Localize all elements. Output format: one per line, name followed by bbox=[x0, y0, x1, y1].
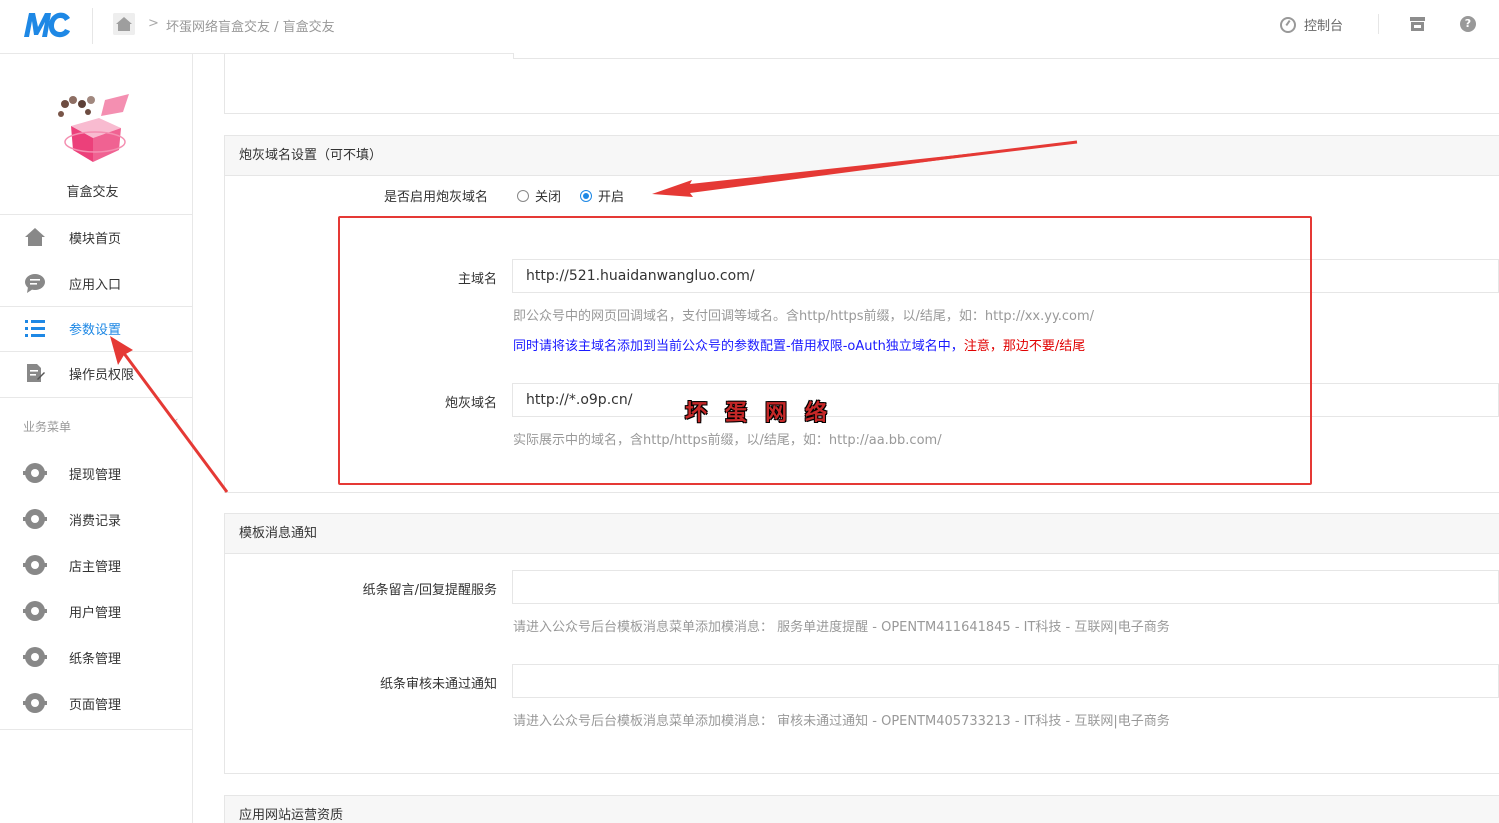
sidebar-divider bbox=[0, 214, 193, 215]
radio-off-label: 关闭 bbox=[535, 190, 562, 205]
enable-cannon-label: 是否启用炮灰域名 bbox=[383, 190, 488, 205]
sidebar-item-label: 应用入口 bbox=[69, 277, 122, 293]
gear-icon bbox=[23, 555, 47, 575]
sidebar-item-label: 店主管理 bbox=[69, 559, 122, 575]
console-link[interactable]: 控制台 bbox=[1280, 15, 1343, 34]
home-icon[interactable] bbox=[113, 13, 135, 35]
gear-icon bbox=[23, 463, 47, 483]
sidebar-item-label: 页面管理 bbox=[69, 697, 122, 713]
sidebar-item-settings[interactable]: 参数设置 bbox=[0, 308, 193, 348]
radio-off[interactable]: 关闭 bbox=[517, 186, 561, 205]
console-label: 控制台 bbox=[1304, 19, 1344, 34]
sidebar-divider bbox=[0, 729, 193, 730]
section-title: 应用网站运营资质 bbox=[225, 796, 1499, 823]
radio-checked-icon[interactable] bbox=[580, 190, 592, 202]
sidebar-item-label: 模块首页 bbox=[69, 231, 122, 247]
section-title: 炮灰域名设置（可不填） bbox=[225, 136, 1499, 176]
sidebar-divider bbox=[0, 306, 193, 307]
template-message-panel: 模板消息通知 bbox=[224, 513, 1499, 774]
sidebar-item-pages[interactable]: 页面管理 bbox=[0, 683, 193, 723]
field2-input[interactable] bbox=[512, 664, 1499, 698]
store-icon[interactable] bbox=[1409, 16, 1426, 32]
sidebar-item-operator-permission[interactable]: 操作员权限 bbox=[0, 353, 193, 393]
next-section-panel: 应用网站运营资质 bbox=[224, 795, 1499, 823]
chat-icon bbox=[25, 274, 45, 293]
section-title: 模板消息通知 bbox=[225, 514, 1499, 554]
sidebar-item-consumption[interactable]: 消费记录 bbox=[0, 499, 193, 539]
field1-input[interactable] bbox=[512, 570, 1499, 604]
sidebar-item-withdraw[interactable]: 提现管理 bbox=[0, 453, 193, 493]
field2-label: 纸条审核未通过通知 bbox=[379, 677, 497, 692]
sidebar-item-label: 纸条管理 bbox=[69, 651, 122, 667]
radio-on[interactable]: 开启 bbox=[580, 186, 624, 205]
field1-help: 请进入公众号后台模板消息菜单添加模消息： 服务单进度提醒 - OPENTM411… bbox=[513, 620, 1170, 635]
radio-on-label: 开启 bbox=[598, 190, 625, 205]
field2-help: 请进入公众号后台模板消息菜单添加模消息： 审核未通过通知 - OPENTM405… bbox=[513, 714, 1170, 729]
sidebar: 盲盒交友 模块首页 应用入口 参数设置 操作员权限 业务菜单 ‹ 提现管理 消费… bbox=[0, 54, 193, 823]
sidebar-item-users[interactable]: 用户管理 bbox=[0, 591, 193, 631]
sidebar-item-label: 操作员权限 bbox=[69, 367, 135, 383]
sidebar-item-label: 消费记录 bbox=[69, 513, 122, 529]
sidebar-item-app-entry[interactable]: 应用入口 bbox=[0, 263, 193, 303]
brand-logo[interactable] bbox=[22, 9, 72, 41]
sidebar-divider bbox=[0, 351, 193, 352]
sidebar-item-notes[interactable]: 纸条管理 bbox=[0, 637, 193, 677]
sidebar-item-shop-owner[interactable]: 店主管理 bbox=[0, 545, 193, 585]
edit-icon bbox=[27, 364, 45, 382]
sidebar-item-label: 参数设置 bbox=[69, 322, 122, 338]
header-divider bbox=[1378, 14, 1379, 34]
breadcrumb[interactable]: 坏蛋网络盲盒交友 / 盲盒交友 bbox=[166, 16, 335, 35]
app-name: 盲盒交友 bbox=[66, 185, 119, 200]
home-icon bbox=[25, 228, 45, 246]
chevron-icon[interactable]: ‹ bbox=[174, 414, 178, 427]
app-logo bbox=[58, 94, 129, 162]
top-bar: > 坏蛋网络盲盒交友 / 盲盒交友 控制台 ? bbox=[0, 0, 1499, 54]
gear-icon bbox=[23, 601, 47, 621]
sidebar-divider bbox=[0, 397, 193, 398]
logo-divider bbox=[92, 8, 93, 44]
list-icon bbox=[25, 320, 45, 337]
field1-label: 纸条留言/回复提醒服务 bbox=[362, 583, 497, 598]
radio-circle-icon[interactable] bbox=[517, 190, 529, 202]
chevron-right-icon: > bbox=[148, 16, 159, 31]
help-icon[interactable]: ? bbox=[1460, 16, 1476, 32]
gear-icon bbox=[23, 693, 47, 713]
previous-input[interactable] bbox=[513, 53, 1499, 59]
business-menu-title: 业务菜单 bbox=[23, 420, 72, 434]
dashboard-icon bbox=[1280, 16, 1296, 33]
previous-section-panel bbox=[224, 53, 1499, 114]
gear-icon bbox=[23, 647, 47, 667]
sidebar-item-module-home[interactable]: 模块首页 bbox=[0, 217, 193, 257]
sidebar-item-label: 用户管理 bbox=[69, 605, 122, 621]
gear-icon bbox=[23, 509, 47, 529]
annotation-highlight-box bbox=[338, 216, 1312, 485]
sidebar-item-label: 提现管理 bbox=[69, 467, 122, 483]
